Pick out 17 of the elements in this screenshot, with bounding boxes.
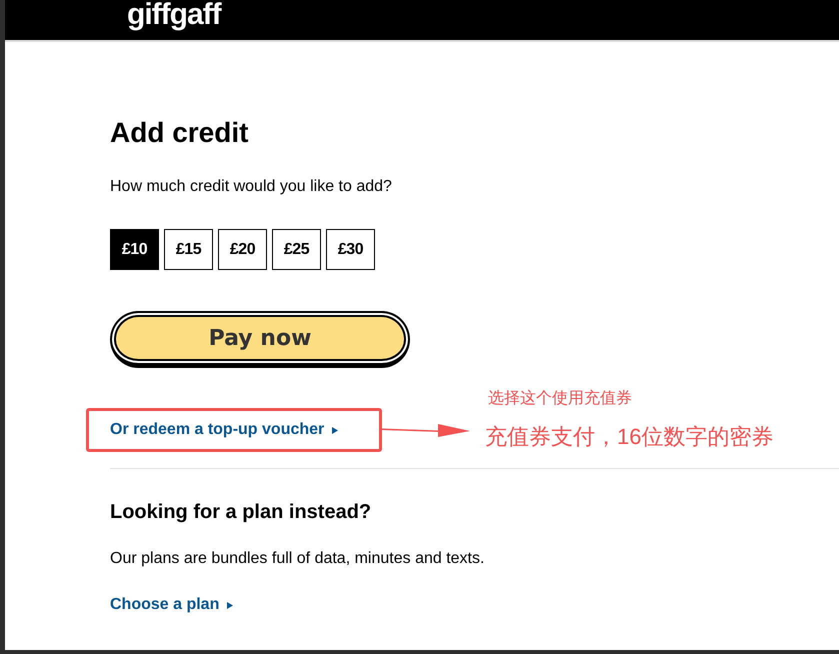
section-heading: Looking for a plan instead? (110, 500, 372, 524)
amount-option[interactable]: £25 (272, 229, 321, 270)
annotation-note: 充值券支付，16位数字的密券 (485, 423, 774, 451)
caret-icon (227, 602, 234, 608)
credit-question: How much credit would you like to add? (110, 177, 392, 197)
voucher-link[interactable]: Or redeem a top-up voucher (110, 418, 338, 442)
pay-now-button[interactable]: Pay now (110, 311, 410, 368)
amount-option[interactable]: £15 (164, 229, 213, 270)
amount-option[interactable]: £30 (326, 229, 375, 270)
site-logo[interactable]: giffgaff (127, 0, 221, 30)
caret-icon (332, 426, 338, 434)
plan-description: Our plans are bundles full of data, minutes and texts. (110, 549, 484, 569)
annotation-note: 选择这个使用充值券 (488, 389, 633, 409)
amount-option[interactable]: £10 (110, 229, 159, 270)
choose-plan-link[interactable]: Choose a plan (110, 593, 234, 617)
amount-option[interactable]: £20 (218, 229, 267, 270)
page-title: Add credit (110, 117, 248, 149)
